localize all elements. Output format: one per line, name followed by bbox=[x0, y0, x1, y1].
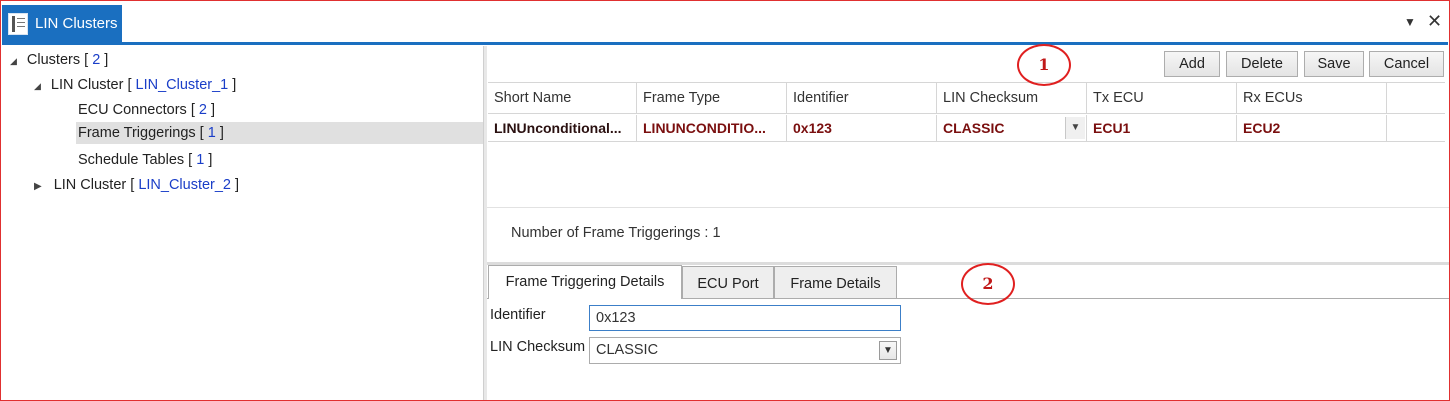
collapse-arrow-icon[interactable]: ◢ bbox=[10, 56, 17, 66]
tree-item-suffix: ] bbox=[206, 102, 216, 118]
cell-frame-type[interactable]: LINUNCONDITIO... bbox=[637, 115, 787, 141]
tree-item-label: ECU Connectors [ bbox=[78, 102, 199, 118]
tab-ecu-port[interactable]: ECU Port bbox=[682, 266, 774, 299]
save-button[interactable]: Save bbox=[1304, 51, 1364, 77]
cell-rx-ecus[interactable]: ECU2 bbox=[1237, 115, 1387, 141]
tree-item-frame-triggerings[interactable]: Frame Triggerings [ 1 ] bbox=[76, 122, 483, 144]
tab-frame-triggering-details[interactable]: Frame Triggering Details bbox=[488, 265, 682, 299]
tab-title: LIN Clusters bbox=[35, 15, 118, 32]
tree-item-schedule-tables[interactable]: Schedule Tables [ 1 ] bbox=[78, 149, 212, 171]
close-icon[interactable]: ✕ bbox=[1427, 11, 1442, 32]
column-header-tx-ecu[interactable]: Tx ECU bbox=[1087, 83, 1237, 113]
tree-item-lin-cluster-2[interactable]: ▶ LIN Cluster [ LIN_Cluster_2 ] bbox=[34, 174, 239, 196]
expand-arrow-icon[interactable]: ▶ bbox=[34, 181, 42, 192]
callout-marker-2: 2 bbox=[961, 263, 1015, 305]
tree-item-label: LIN Cluster [ bbox=[50, 77, 136, 93]
lin-clusters-window: LIN Clusters ▼ ✕ ◢ Clusters [ 2 ] ◢ LIN Cl… bbox=[0, 0, 1450, 401]
tree-item-label: Clusters [ bbox=[26, 52, 93, 68]
delete-button[interactable]: Delete bbox=[1226, 51, 1298, 77]
tree-item-suffix: ] bbox=[231, 177, 240, 193]
cluster-tree: ◢ Clusters [ 2 ] ◢ LIN Cluster [ LIN_Clust… bbox=[2, 46, 483, 400]
frame-triggerings-panel: Add Delete Save Cancel Short Name Frame … bbox=[487, 44, 1449, 400]
identifier-label: Identifier bbox=[490, 307, 546, 323]
tab-lin-clusters[interactable]: LIN Clusters bbox=[2, 5, 122, 42]
column-header-short-name[interactable]: Short Name bbox=[488, 83, 637, 113]
cell-identifier[interactable]: 0x123 bbox=[787, 115, 937, 141]
cell-lin-checksum-value: CLASSIC bbox=[943, 120, 1005, 136]
document-icon bbox=[8, 12, 28, 35]
add-button[interactable]: Add bbox=[1164, 51, 1220, 77]
tree-item-label: LIN Cluster [ bbox=[53, 177, 139, 193]
tree-item-clusters[interactable]: ◢ Clusters [ 2 ] bbox=[10, 49, 108, 71]
cluster-link[interactable]: LIN_Cluster_1 bbox=[136, 77, 229, 93]
tree-item-suffix: ] bbox=[215, 125, 224, 141]
table-row[interactable]: LINUnconditional... LINUNCONDITIO... 0x1… bbox=[488, 115, 1445, 142]
cell-tx-ecu[interactable]: ECU1 bbox=[1087, 115, 1237, 141]
grid-header-row: Short Name Frame Type Identifier LIN Che… bbox=[488, 82, 1445, 114]
lin-checksum-select[interactable]: CLASSIC ▼ bbox=[589, 337, 901, 364]
lin-checksum-selected-value: CLASSIC bbox=[596, 342, 659, 358]
frame-triggering-count: Number of Frame Triggerings : 1 bbox=[511, 225, 721, 241]
lin-checksum-label: LIN Checksum bbox=[490, 339, 586, 355]
tree-item-label: Schedule Tables [ bbox=[78, 152, 197, 168]
cell-lin-checksum[interactable]: CLASSIC ▼ bbox=[937, 115, 1087, 141]
column-header-filler bbox=[1387, 83, 1445, 113]
tree-item-ecu-connectors[interactable]: ECU Connectors [ 2 ] bbox=[78, 99, 215, 121]
frame-triggering-details-pane: Identifier LIN Checksum CLASSIC ▼ bbox=[487, 298, 1449, 400]
cell-filler bbox=[1387, 115, 1445, 141]
column-header-identifier[interactable]: Identifier bbox=[787, 83, 937, 113]
tree-item-suffix: ] bbox=[228, 77, 237, 93]
callout-marker-1: 1 bbox=[1017, 44, 1071, 86]
column-header-rx-ecus[interactable]: Rx ECUs bbox=[1237, 83, 1387, 113]
collapse-arrow-icon[interactable]: ◢ bbox=[34, 81, 41, 91]
tree-item-suffix: ] bbox=[100, 52, 109, 68]
chevron-down-icon[interactable]: ▼ bbox=[879, 341, 897, 360]
chevron-down-icon[interactable]: ▼ bbox=[1065, 117, 1085, 139]
column-header-lin-checksum[interactable]: LIN Checksum bbox=[937, 83, 1087, 113]
summary-divider bbox=[487, 207, 1449, 208]
document-tabstrip: LIN Clusters ▼ ✕ bbox=[1, 1, 1449, 45]
tree-item-count: 1 bbox=[207, 125, 216, 141]
tree-item-label: Frame Triggerings [ bbox=[78, 125, 208, 141]
tree-item-lin-cluster-1[interactable]: ◢ LIN Cluster [ LIN_Cluster_1 ] bbox=[34, 74, 236, 96]
cancel-button[interactable]: Cancel bbox=[1369, 51, 1444, 77]
window-menu-dropdown-icon[interactable]: ▼ bbox=[1404, 15, 1416, 29]
tree-item-suffix: ] bbox=[204, 152, 213, 168]
identifier-field[interactable] bbox=[589, 305, 901, 331]
cluster-link[interactable]: LIN_Cluster_2 bbox=[138, 177, 231, 193]
tree-item-count: 2 bbox=[198, 102, 207, 118]
cell-short-name[interactable]: LINUnconditional... bbox=[488, 115, 637, 141]
column-header-frame-type[interactable]: Frame Type bbox=[637, 83, 787, 113]
tab-frame-details[interactable]: Frame Details bbox=[774, 266, 897, 299]
tab-accent-rule bbox=[2, 42, 1448, 45]
